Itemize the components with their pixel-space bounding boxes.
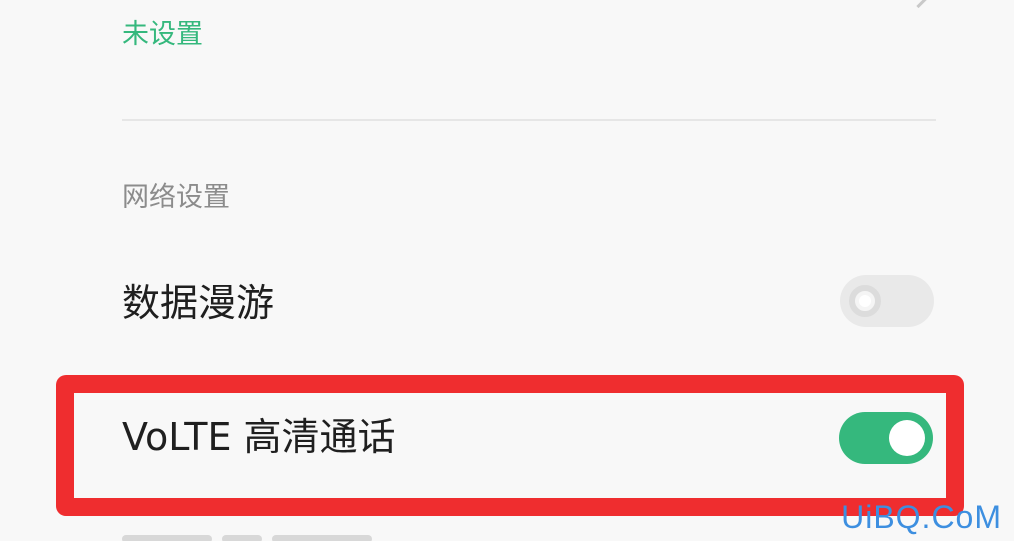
setting-row-volte[interactable]: VoLTE 高清通话 [0, 395, 1014, 485]
top-setting-row[interactable]: 未设置 [0, 0, 1014, 120]
section-header-network: 网络设置 [122, 182, 230, 213]
divider [122, 119, 936, 121]
setting-row-data-roaming[interactable]: 数据漫游 [0, 268, 1014, 338]
next-row-cutoff [122, 528, 382, 541]
watermark: UiBQ.CoM [841, 499, 1002, 535]
toggle-knob [889, 420, 925, 456]
volte-toggle[interactable] [839, 412, 933, 464]
volte-label: VoLTE 高清通话 [122, 415, 396, 459]
toggle-knob [849, 285, 881, 317]
top-setting-status: 未设置 [122, 19, 203, 50]
data-roaming-label: 数据漫游 [122, 281, 275, 325]
data-roaming-toggle[interactable] [840, 275, 934, 327]
chevron-right-icon [900, 0, 937, 9]
